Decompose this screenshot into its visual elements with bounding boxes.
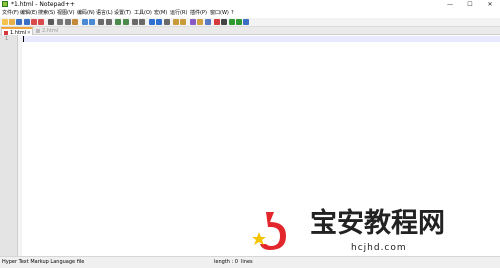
- redo-icon[interactable]: [88, 19, 95, 25]
- func-list-icon[interactable]: [190, 19, 197, 25]
- tab-label: 2.html: [42, 28, 59, 34]
- menu-view[interactable]: 视图(V): [57, 9, 74, 18]
- doc-map-icon[interactable]: [180, 19, 187, 25]
- status-lines: lines: [241, 259, 253, 265]
- title-bar: *1.html - Notepad++ — ☐ ✕: [0, 0, 500, 9]
- watermark-domain: hcjhd.com: [351, 243, 407, 253]
- close-window-button[interactable]: ✕: [480, 0, 500, 9]
- monitor-icon[interactable]: [204, 19, 211, 25]
- copy-icon[interactable]: [64, 19, 71, 25]
- status-length: length : 0: [214, 259, 238, 265]
- status-file-type: Hyper Text Markup Language file: [2, 259, 85, 265]
- print-icon[interactable]: [47, 19, 54, 25]
- menu-tools[interactable]: 工具(O): [134, 9, 152, 18]
- minimize-button[interactable]: —: [440, 0, 460, 9]
- paste-icon[interactable]: [71, 19, 78, 25]
- zoom-out-icon[interactable]: [122, 19, 129, 25]
- udl-icon[interactable]: [173, 19, 180, 25]
- fold-margin[interactable]: [18, 35, 22, 256]
- menu-language[interactable]: 语言(L): [96, 9, 113, 18]
- menu-encoding[interactable]: 编码(N): [77, 9, 95, 18]
- zoom-in-icon[interactable]: [115, 19, 122, 25]
- all-chars-icon[interactable]: [156, 19, 163, 25]
- menu-settings[interactable]: 设置(T): [114, 9, 131, 18]
- menu-macro[interactable]: 宏(M): [154, 9, 167, 18]
- replace-icon[interactable]: [105, 19, 112, 25]
- close-icon[interactable]: [30, 19, 37, 25]
- menu-run[interactable]: 运行(R): [170, 9, 187, 18]
- tab-1-html[interactable]: 1.html ✕: [1, 27, 33, 36]
- menu-help[interactable]: ?: [231, 9, 234, 18]
- new-file-icon[interactable]: [2, 19, 8, 25]
- cut-icon[interactable]: [57, 19, 64, 25]
- undo-icon[interactable]: [81, 19, 88, 25]
- find-icon[interactable]: [98, 19, 105, 25]
- tab-bar: 1.html ✕ 2.html: [0, 27, 500, 36]
- sync-h-icon[interactable]: [139, 19, 146, 25]
- window-title: *1.html - Notepad++: [11, 1, 75, 8]
- play-macro-icon[interactable]: [228, 19, 235, 25]
- status-bar: Hyper Text Markup Language file length :…: [0, 256, 500, 268]
- menu-edit[interactable]: 编辑(E): [20, 9, 37, 18]
- word-wrap-icon[interactable]: [149, 19, 156, 25]
- menu-search[interactable]: 搜索(S): [38, 9, 55, 18]
- save-icon[interactable]: [16, 19, 23, 25]
- watermark-logo-icon: [252, 212, 286, 250]
- tab-2-html[interactable]: 2.html: [34, 27, 62, 35]
- saved-file-icon: [36, 29, 40, 33]
- save-all-icon[interactable]: [23, 19, 30, 25]
- menu-file[interactable]: 文件(F): [2, 9, 19, 18]
- menu-window[interactable]: 窗口(W): [210, 9, 229, 18]
- maximize-button[interactable]: ☐: [460, 0, 480, 9]
- stop-macro-icon[interactable]: [221, 19, 228, 25]
- line-number-gutter: 1: [0, 35, 18, 256]
- menu-plugins[interactable]: 插件(P): [190, 9, 207, 18]
- close-all-icon[interactable]: [38, 19, 44, 25]
- menu-bar: 文件(F) 编辑(E) 搜索(S) 视图(V) 编码(N) 语言(L) 设置(T…: [0, 9, 500, 18]
- indent-guide-icon[interactable]: [163, 19, 170, 25]
- record-macro-icon[interactable]: [214, 19, 221, 25]
- folder-workspace-icon[interactable]: [197, 19, 204, 25]
- run-macro-multiple-icon[interactable]: [235, 19, 242, 25]
- watermark-text: 宝安教程网: [310, 208, 445, 239]
- line-number: 1: [5, 36, 9, 42]
- sync-v-icon[interactable]: [132, 19, 139, 25]
- open-file-icon[interactable]: [9, 19, 16, 25]
- save-macro-icon[interactable]: [243, 19, 249, 25]
- current-line-highlight: [22, 36, 500, 42]
- notepad-plus-plus-icon: [2, 1, 8, 7]
- toolbar: [0, 18, 500, 27]
- text-caret: [23, 36, 24, 42]
- watermark: 宝安教程网 hcjhd.com: [252, 206, 500, 256]
